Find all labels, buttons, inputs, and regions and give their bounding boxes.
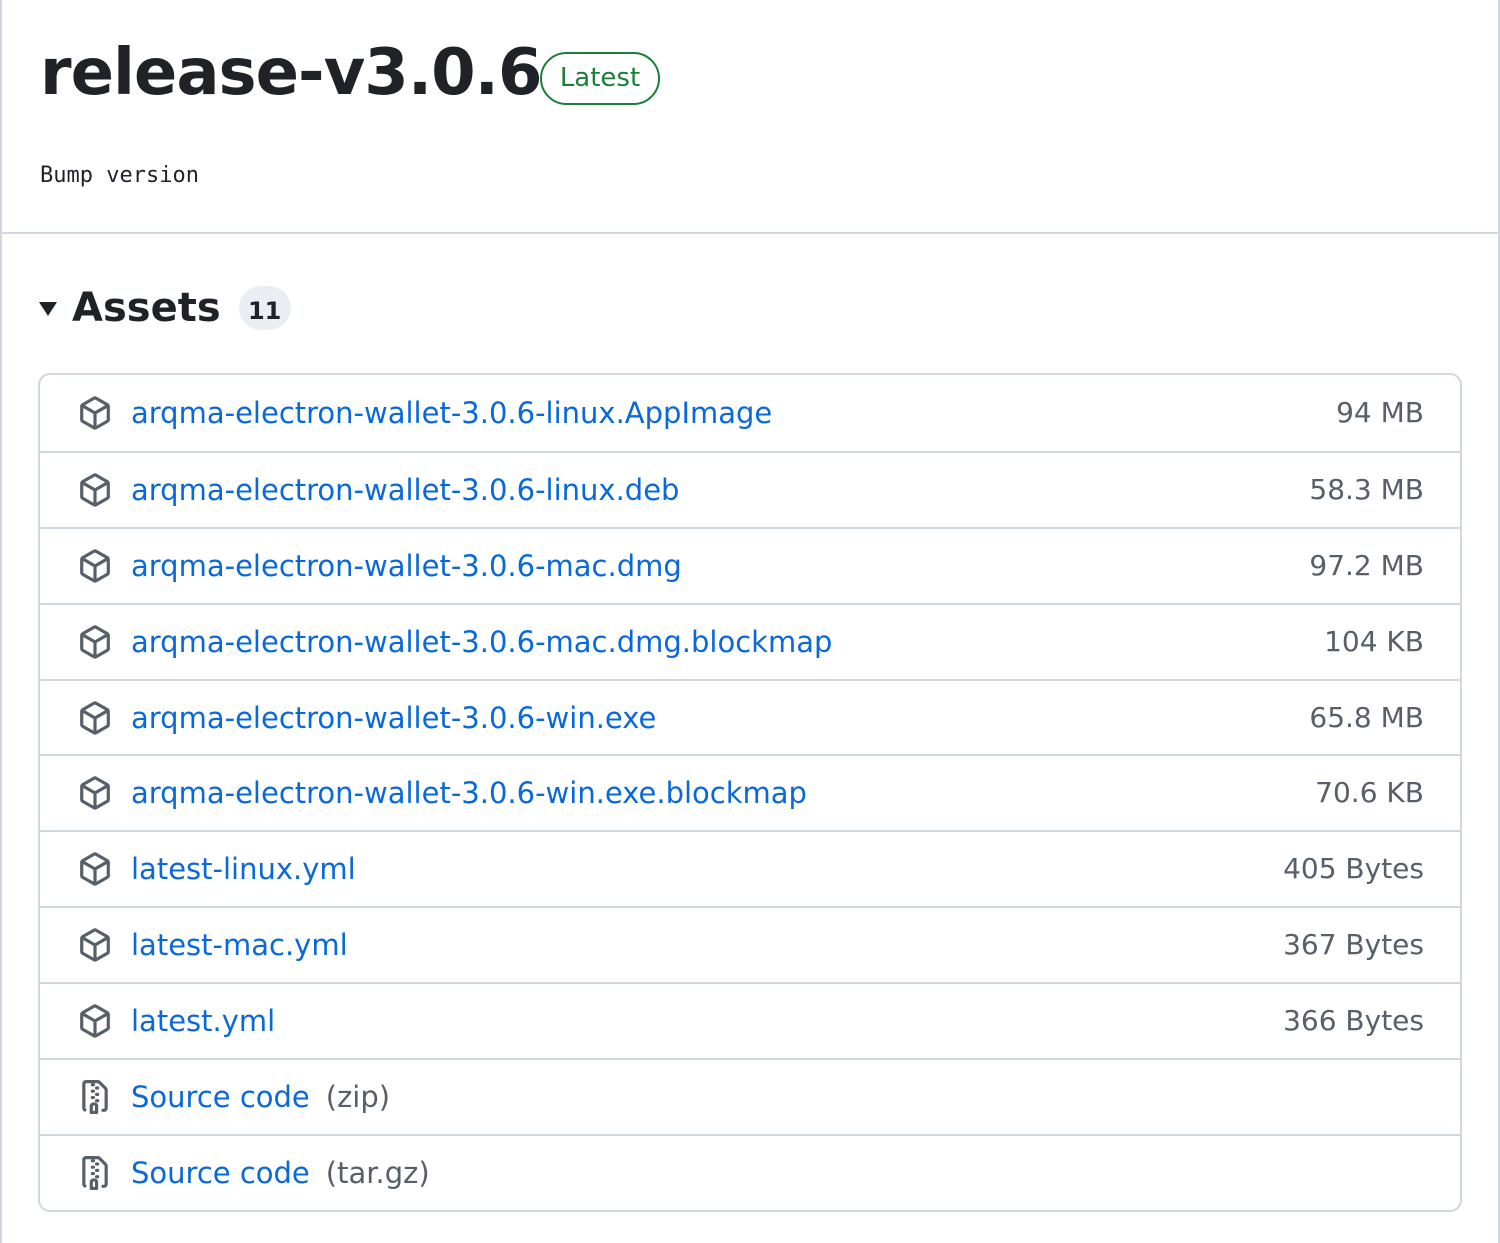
package-icon (78, 624, 112, 659)
asset-row: Source code (zip) (40, 1058, 1460, 1134)
asset-name: arqma-electron-wallet-3.0.6-win.exe (131, 700, 657, 735)
package-icon (78, 700, 112, 735)
asset-row: latest-mac.yml 367 Bytes (40, 906, 1460, 982)
package-icon (78, 1004, 112, 1038)
asset-name: arqma-electron-wallet-3.0.6-win.exe.bloc… (131, 776, 807, 811)
asset-size: 104 KB (1324, 624, 1424, 658)
release-header: release-v3.0.6 Latest Bump version (0, 0, 1500, 234)
asset-size: 70.6 KB (1315, 776, 1424, 810)
asset-name: arqma-electron-wallet-3.0.6-mac.dmg.bloc… (131, 624, 833, 659)
latest-badge: Latest (540, 52, 660, 105)
assets-count-badge: 11 (238, 286, 291, 330)
asset-row: Source code (tar.gz) (40, 1133, 1460, 1210)
assets-heading: Assets (72, 285, 221, 331)
asset-name: latest-mac.yml (131, 928, 348, 963)
asset-size: 58.3 MB (1309, 472, 1424, 506)
asset-link[interactable]: arqma-electron-wallet-3.0.6-linux.deb (131, 470, 679, 510)
asset-archive-format: (tar.gz) (325, 1155, 430, 1190)
asset-link[interactable]: arqma-electron-wallet-3.0.6-win.exe.bloc… (131, 773, 807, 813)
asset-link[interactable]: arqma-electron-wallet-3.0.6-win.exe (131, 698, 656, 738)
asset-size: 366 Bytes (1283, 1004, 1424, 1038)
triangle-down-icon (38, 298, 58, 318)
package-icon (78, 852, 112, 886)
file-zip-icon (78, 1155, 112, 1190)
asset-link[interactable]: Source code (zip) (131, 1077, 390, 1117)
package-icon (78, 928, 112, 962)
asset-list: arqma-electron-wallet-3.0.6-linux.AppIma… (38, 373, 1462, 1212)
asset-row: latest.yml 366 Bytes (40, 982, 1460, 1058)
release-notes: Bump version (40, 163, 199, 188)
package-icon (78, 473, 112, 507)
asset-row: latest-linux.yml 405 Bytes (40, 830, 1460, 906)
asset-link[interactable]: latest.yml (131, 1001, 275, 1041)
asset-link[interactable]: latest-linux.yml (131, 849, 356, 889)
asset-size: 97.2 MB (1309, 548, 1424, 582)
asset-name: Source code (131, 1155, 310, 1190)
asset-link[interactable]: arqma-electron-wallet-3.0.6-mac.dmg (131, 546, 682, 586)
asset-row: arqma-electron-wallet-3.0.6-linux.deb 58.… (40, 450, 1460, 527)
asset-name: latest.yml (131, 1004, 276, 1039)
package-icon (78, 396, 112, 430)
asset-link[interactable]: latest-mac.yml (131, 925, 348, 965)
asset-row: arqma-electron-wallet-3.0.6-mac.dmg.bloc… (40, 602, 1460, 679)
section-divider (0, 232, 1500, 234)
file-zip-icon (78, 1079, 112, 1114)
asset-size: 405 Bytes (1283, 852, 1424, 886)
asset-link[interactable]: Source code (tar.gz) (131, 1153, 430, 1193)
asset-name: arqma-electron-wallet-3.0.6-linux.AppIma… (131, 395, 773, 430)
asset-size: 94 MB (1336, 395, 1424, 429)
asset-link[interactable]: arqma-electron-wallet-3.0.6-mac.dmg.bloc… (131, 622, 832, 662)
asset-name: arqma-electron-wallet-3.0.6-mac.dmg (131, 548, 682, 583)
asset-name: Source code (131, 1079, 310, 1114)
asset-link[interactable]: arqma-electron-wallet-3.0.6-linux.AppIma… (131, 393, 772, 433)
asset-row: arqma-electron-wallet-3.0.6-win.exe 65.8 … (40, 678, 1460, 755)
release-title[interactable]: release-v3.0.6 (40, 30, 542, 116)
package-icon (78, 776, 112, 811)
package-icon (78, 549, 112, 583)
asset-name: arqma-electron-wallet-3.0.6-linux.deb (131, 472, 680, 507)
asset-size: 367 Bytes (1283, 928, 1424, 962)
asset-row: arqma-electron-wallet-3.0.6-linux.AppIma… (40, 375, 1460, 451)
asset-name: latest-linux.yml (131, 852, 356, 887)
asset-size: 65.8 MB (1309, 700, 1424, 734)
asset-row: arqma-electron-wallet-3.0.6-win.exe.bloc… (40, 754, 1460, 830)
asset-archive-format: (zip) (325, 1079, 391, 1114)
asset-row: arqma-electron-wallet-3.0.6-mac.dmg 97.2 … (40, 526, 1460, 603)
assets-toggle[interactable]: Assets 11 (38, 280, 291, 336)
